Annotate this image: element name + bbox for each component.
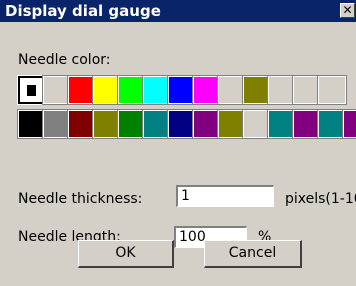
color-swatch[interactable] [117, 75, 147, 105]
title-bar: Display dial gauge ✕ [0, 0, 356, 22]
color-swatch[interactable] [317, 109, 347, 139]
color-swatch[interactable] [217, 109, 247, 139]
color-swatch[interactable] [317, 75, 347, 105]
color-swatch[interactable] [292, 75, 322, 105]
color-swatch[interactable] [17, 109, 47, 139]
color-swatch[interactable] [242, 75, 272, 105]
color-swatch[interactable] [67, 109, 97, 139]
color-swatch[interactable] [217, 75, 247, 105]
color-swatch[interactable] [17, 75, 47, 105]
color-swatch[interactable] [92, 75, 122, 105]
thickness-unit-label: pixels(1-10) [285, 191, 356, 207]
color-swatch[interactable] [342, 109, 356, 139]
color-swatch[interactable] [192, 75, 222, 105]
window-title: Display dial gauge [5, 2, 161, 20]
needle-thickness-field[interactable]: 1 [176, 185, 274, 207]
color-swatch[interactable] [167, 75, 197, 105]
color-swatch[interactable] [42, 75, 72, 105]
color-swatch[interactable] [67, 75, 97, 105]
color-swatch[interactable] [142, 109, 172, 139]
color-swatch[interactable] [42, 109, 72, 139]
color-swatch[interactable] [267, 75, 297, 105]
color-swatch[interactable] [192, 109, 222, 139]
ok-button[interactable]: OK [78, 240, 174, 268]
color-swatch[interactable] [92, 109, 122, 139]
color-swatch[interactable] [292, 109, 322, 139]
close-icon: ✕ [342, 3, 353, 17]
color-swatch[interactable] [267, 109, 297, 139]
close-button[interactable]: ✕ [340, 3, 355, 18]
color-swatch[interactable] [142, 75, 172, 105]
needle-color-label: Needle color: [18, 52, 111, 68]
color-swatch[interactable] [117, 109, 147, 139]
cancel-button[interactable]: Cancel [204, 240, 302, 268]
color-swatch[interactable] [242, 109, 272, 139]
color-swatch[interactable] [167, 109, 197, 139]
needle-thickness-label: Needle thickness: [18, 191, 143, 207]
